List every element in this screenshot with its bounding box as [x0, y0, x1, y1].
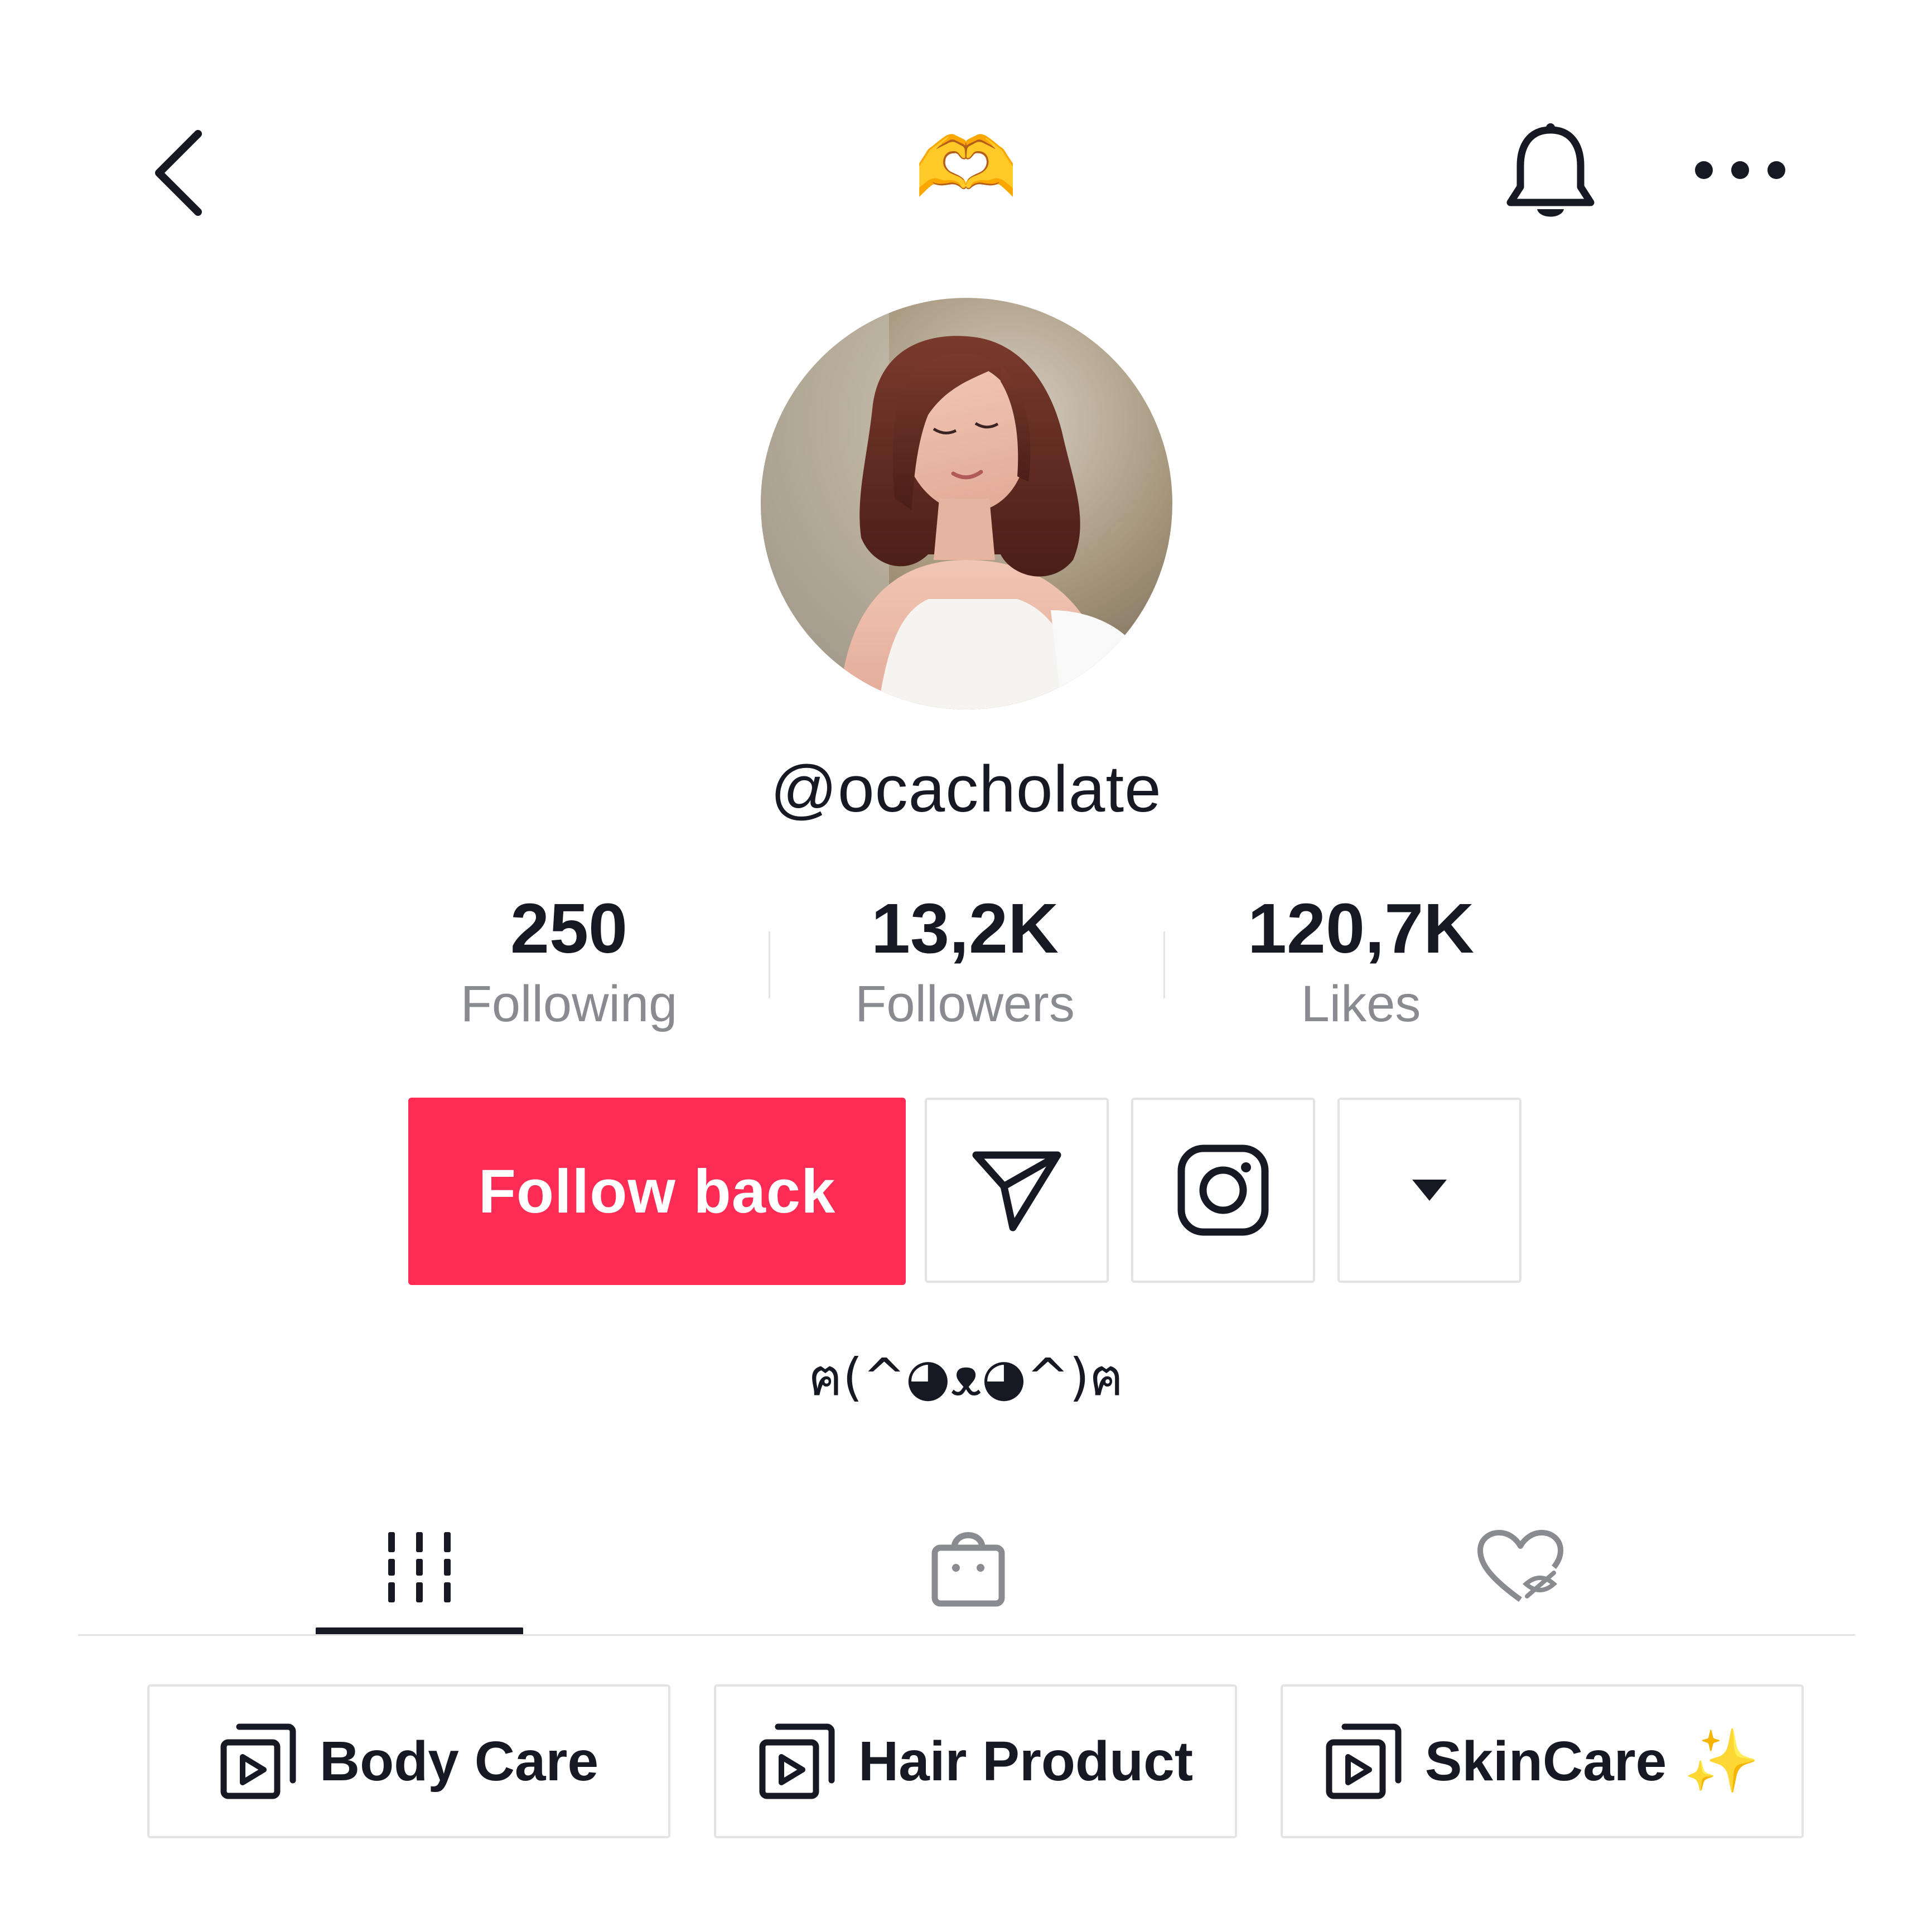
sparkles-emoji: ✨	[1683, 1727, 1760, 1795]
username: @ocacholate	[770, 752, 1162, 826]
profile-photo	[761, 298, 1172, 709]
playlist-label: Hair Product	[858, 1730, 1194, 1793]
playlist-body-care[interactable]: Body Care	[147, 1684, 670, 1838]
tabs-divider	[78, 1634, 1855, 1636]
message-button[interactable]	[925, 1098, 1109, 1283]
likes-label: Likes	[1301, 975, 1421, 1032]
profile-bio: ฅ(^◕ᴥ◕^)ฅ	[808, 1347, 1124, 1407]
header-title-emoji: 🫶	[914, 120, 1018, 214]
likes-count: 120,7K	[1247, 889, 1475, 968]
stat-divider	[1163, 931, 1165, 998]
stat-divider	[769, 931, 770, 998]
playlist-hair-product[interactable]: Hair Product	[714, 1684, 1237, 1838]
back-arrow-icon	[155, 130, 202, 216]
send-message-icon	[972, 1151, 1061, 1231]
playlist-skincare[interactable]: SkinCare ✨	[1281, 1684, 1804, 1838]
following-stat[interactable]: 250 Following	[429, 887, 708, 1037]
more-options-button[interactable]	[1684, 128, 1796, 212]
bell-icon	[1506, 123, 1595, 217]
playlist-label: Body Care	[319, 1730, 599, 1793]
suggested-accounts-dropdown[interactable]	[1337, 1098, 1522, 1283]
following-label: Following	[460, 975, 678, 1032]
instagram-button[interactable]	[1131, 1098, 1315, 1283]
grid-columns-icon	[388, 1532, 451, 1602]
back-button[interactable]	[134, 117, 223, 229]
followers-count: 13,2K	[871, 889, 1059, 968]
tab-shop[interactable]	[864, 1495, 1072, 1640]
followers-stat[interactable]: 13,2K Followers	[825, 887, 1104, 1037]
likes-stat: 120,7K Likes	[1221, 887, 1500, 1037]
playlist-icon	[220, 1723, 296, 1799]
followers-label: Followers	[855, 975, 1075, 1032]
playlist-icon	[1326, 1723, 1402, 1799]
tab-liked[interactable]	[1417, 1495, 1624, 1640]
playlist-icon	[759, 1723, 835, 1799]
heart-hidden-icon	[1477, 1530, 1563, 1602]
shopping-bag-icon	[931, 1532, 1005, 1607]
avatar[interactable]	[761, 298, 1172, 709]
follow-back-button[interactable]: Follow back	[408, 1098, 906, 1285]
instagram-icon	[1177, 1144, 1269, 1236]
caret-down-icon	[1412, 1180, 1447, 1201]
playlist-label: SkinCare	[1424, 1730, 1667, 1793]
following-count: 250	[510, 889, 628, 968]
notifications-button[interactable]	[1489, 112, 1612, 234]
more-horizontal-icon	[1695, 161, 1785, 179]
tab-videos[interactable]	[316, 1495, 523, 1640]
